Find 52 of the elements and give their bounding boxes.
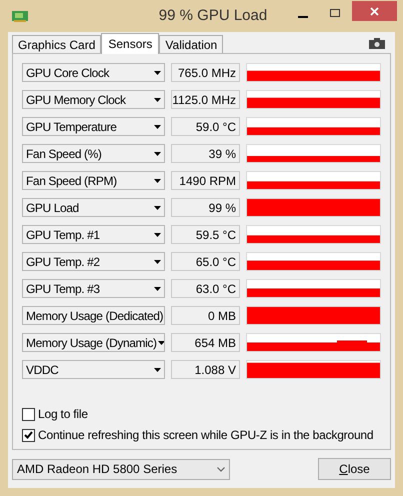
dropdown-arrow-icon xyxy=(154,260,161,264)
chevron-down-icon xyxy=(217,466,225,472)
sensor-dropdown[interactable]: Fan Speed (%) xyxy=(22,144,165,163)
sensor-value: 765.0 MHz xyxy=(170,63,240,82)
sensor-value: 59.0 °C xyxy=(170,117,240,136)
sensor-value: 1490 RPM xyxy=(170,171,240,190)
checkbox-label: Log to file xyxy=(38,406,88,423)
window-title: 99 % GPU Load xyxy=(158,6,268,26)
graphics-card-icon xyxy=(12,10,28,22)
tab[interactable]: Graphics Card xyxy=(12,35,102,53)
sensor-value: 59.5 °C xyxy=(170,225,240,244)
sensor-value: 654 MB xyxy=(170,333,240,352)
dropdown-arrow-icon xyxy=(154,70,161,74)
sensor-dropdown[interactable]: Memory Usage (Dedicated) xyxy=(22,306,165,325)
checkbox-label: Continue refreshing this screen while GPU-Z is in the background xyxy=(38,427,374,444)
sensor-value: 63.0 °C xyxy=(170,279,240,298)
dropdown-arrow-icon xyxy=(154,178,161,182)
dropdown-arrow-icon xyxy=(154,152,161,156)
checkbox[interactable] xyxy=(22,428,35,442)
sensor-dropdown[interactable]: Memory Usage (Dynamic) xyxy=(22,333,165,352)
camera-icon[interactable] xyxy=(369,38,385,49)
tab[interactable]: Sensors xyxy=(101,33,160,54)
maximize-icon[interactable] xyxy=(330,9,340,17)
sensor-dropdown[interactable]: Fan Speed (RPM) xyxy=(22,171,165,190)
sensor-value: 0 MB xyxy=(170,306,240,325)
check-icon xyxy=(24,431,33,439)
dropdown-arrow-icon xyxy=(158,340,164,344)
close-icon xyxy=(370,6,379,16)
sensor-dropdown[interactable]: GPU Temp. #2 xyxy=(22,252,165,271)
tab[interactable]: Validation xyxy=(159,35,224,53)
checkbox[interactable] xyxy=(22,408,35,420)
sensor-dropdown[interactable]: GPU Core Clock xyxy=(22,63,165,82)
sensor-dropdown[interactable]: GPU Temperature xyxy=(22,117,165,136)
sensor-value: 65.0 °C xyxy=(170,252,240,271)
sensor-value: 1125.0 MHz xyxy=(170,90,240,109)
sensor-value: 1.088 V xyxy=(170,360,240,379)
dropdown-arrow-icon xyxy=(154,124,161,128)
close-dialog-button[interactable]: Close xyxy=(318,458,391,480)
sensor-dropdown[interactable]: GPU Load xyxy=(22,198,165,217)
dropdown-arrow-icon xyxy=(154,206,161,210)
sensor-value: 99 % xyxy=(170,198,240,217)
sensor-dropdown[interactable]: VDDC xyxy=(22,360,165,379)
sensor-dropdown[interactable]: GPU Memory Clock xyxy=(22,90,165,109)
sensor-dropdown[interactable]: GPU Temp. #3 xyxy=(22,279,165,298)
dropdown-arrow-icon xyxy=(154,368,161,372)
dropdown-arrow-icon xyxy=(154,286,161,290)
sensor-value: 39 % xyxy=(170,144,240,163)
dropdown-arrow-icon xyxy=(154,98,161,102)
close-button[interactable] xyxy=(352,1,397,21)
sensor-dropdown[interactable]: GPU Temp. #1 xyxy=(22,225,165,244)
dropdown-arrow-icon xyxy=(154,232,161,236)
device-select[interactable]: AMD Radeon HD 5800 Series xyxy=(12,458,230,480)
